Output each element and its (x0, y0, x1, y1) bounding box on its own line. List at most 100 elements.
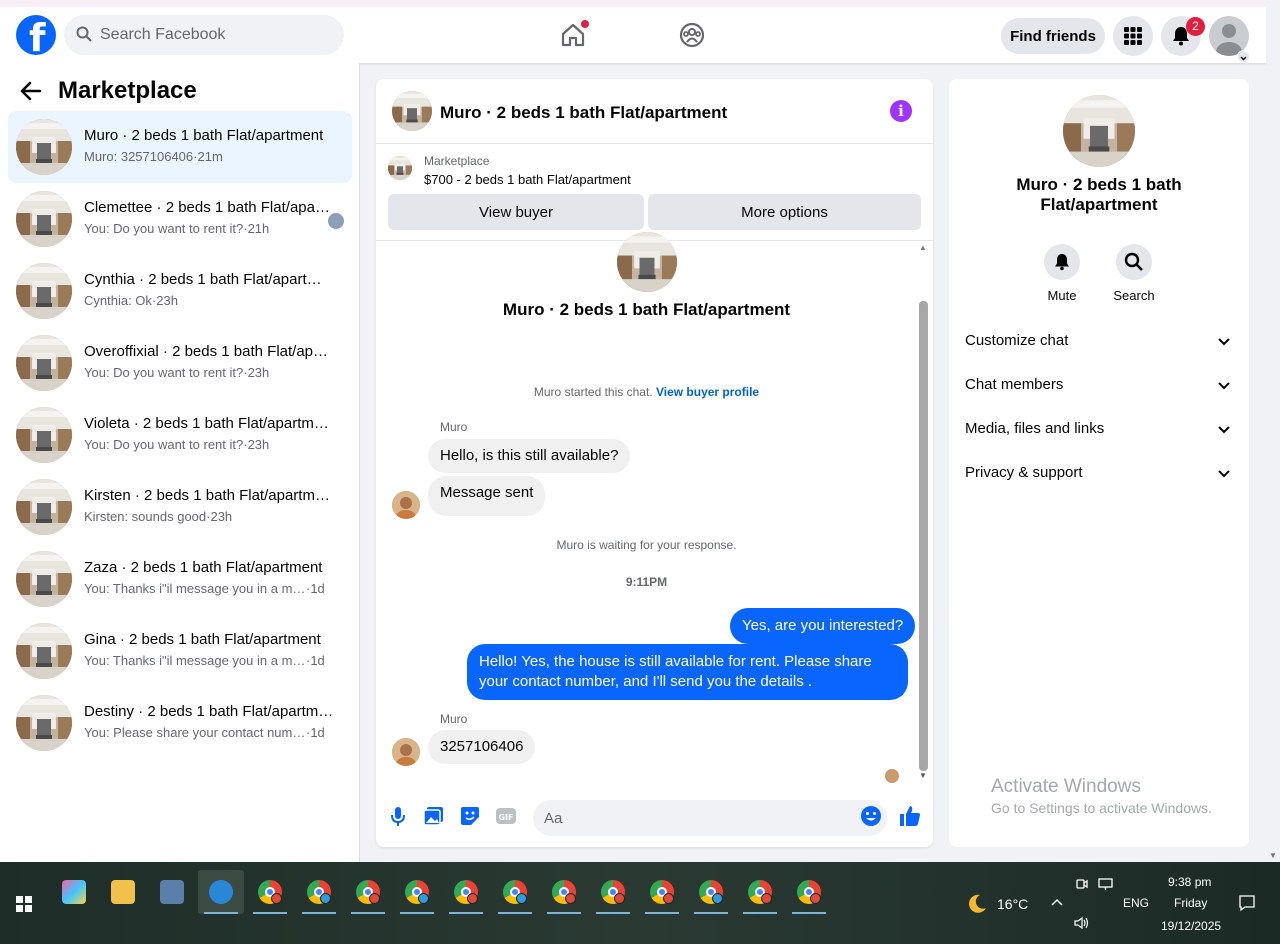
account-chevron-icon[interactable] (1237, 50, 1250, 63)
clock-date[interactable]: 19/12/2025 (1161, 919, 1221, 933)
chrome-icon (748, 880, 772, 904)
message-input[interactable] (533, 800, 887, 836)
taskbar-app[interactable] (247, 870, 293, 914)
search-box[interactable] (64, 15, 344, 55)
outgoing-message[interactable]: Hello! Yes, the house is still available… (467, 644, 908, 700)
conversation-preview: You: Thanks i"il message you in a moment… (84, 653, 344, 668)
marketplace-label: Marketplace (424, 154, 490, 168)
facebook-logo[interactable] (16, 15, 56, 59)
preview-snippet: You: Thanks i"il message you in a moment (84, 581, 306, 596)
menu-button[interactable] (1113, 16, 1153, 56)
taskbar-app[interactable] (51, 870, 97, 914)
incoming-message[interactable]: Message sent (428, 476, 546, 516)
taskbar-app[interactable] (345, 870, 391, 914)
find-friends-button[interactable]: Find friends (1001, 18, 1105, 54)
thread-scrollbar[interactable]: ▲ ▼ (917, 241, 931, 786)
gif-icon[interactable]: GIF (494, 804, 518, 828)
conversation-item[interactable]: Cynthia · 2 beds 1 bath Flat/apartment Cy… (8, 255, 352, 327)
more-options-button[interactable]: More options (648, 194, 921, 230)
windows-start-icon[interactable] (16, 896, 32, 912)
language-indicator[interactable]: ENG (1123, 896, 1149, 910)
taskbar-app[interactable] (492, 870, 538, 914)
copilot-icon (62, 880, 86, 904)
conversation-item[interactable]: Overoffixial · 2 beds 1 bath Flat/apartm… (8, 327, 352, 399)
sender-avatar[interactable] (392, 738, 420, 766)
taskbar-app[interactable] (198, 870, 244, 914)
listing-price-title[interactable]: $700 - 2 beds 1 bath Flat/apartment (424, 172, 631, 187)
groups-icon[interactable] (678, 21, 706, 49)
mute-action[interactable]: Mute (1032, 244, 1092, 303)
conversation-list-panel: Marketplace Muro · 2 beds 1 bath Flat/ap… (0, 63, 360, 862)
conversation-item[interactable]: Zaza · 2 beds 1 bath Flat/apartment You: … (8, 543, 352, 615)
taskbar-app[interactable] (786, 870, 832, 914)
sender-avatar[interactable] (392, 491, 420, 519)
speaker-icon[interactable] (1074, 916, 1090, 930)
row-label: Media, files and links (965, 420, 1105, 437)
taskbar-app[interactable] (639, 870, 685, 914)
conversation-item[interactable]: Clemettee · 2 beds 1 bath Flat/apartment… (8, 183, 352, 255)
conversation-item[interactable]: Violeta · 2 beds 1 bath Flat/apartment Yo… (8, 399, 352, 471)
taskbar-app[interactable] (394, 870, 440, 914)
network-icon[interactable] (1098, 877, 1114, 891)
meet-icon[interactable] (1075, 877, 1089, 891)
conversation-item[interactable]: Destiny · 2 beds 1 bath Flat/apartment Yo… (8, 687, 352, 759)
info-icon[interactable]: i (890, 100, 912, 122)
watermark-subtitle: Go to Settings to activate Windows. (991, 800, 1212, 816)
taskbar-app[interactable] (541, 870, 587, 914)
listing-thumbnail (16, 479, 72, 535)
search-action[interactable]: Search (1104, 244, 1164, 303)
chat-title[interactable]: Muro · 2 beds 1 bath Flat/apartment (440, 103, 727, 123)
chrome-icon (356, 880, 380, 904)
row-label: Privacy & support (965, 464, 1083, 481)
chevron-up-icon[interactable] (1050, 897, 1064, 907)
taskbar-app[interactable] (100, 870, 146, 914)
taskbar-app[interactable] (590, 870, 636, 914)
customize-chat-row[interactable]: Customize chat (965, 332, 1233, 356)
emoji-icon[interactable] (859, 804, 883, 828)
taskbar-app[interactable] (149, 870, 195, 914)
clock-day[interactable]: Friday (1174, 896, 1207, 910)
chevron-down-icon (1218, 382, 1230, 390)
media-files-links-row[interactable]: Media, files and links (965, 420, 1233, 444)
taskbar-app[interactable] (688, 870, 734, 914)
conversation-title: Kirsten · 2 beds 1 bath Flat/apartment (84, 487, 334, 504)
svg-text:GIF: GIF (498, 813, 513, 822)
chat-members-row[interactable]: Chat members (965, 376, 1233, 400)
search-input[interactable] (100, 15, 330, 55)
back-arrow-icon[interactable] (20, 81, 42, 101)
conversation-item[interactable]: Gina · 2 beds 1 bath Flat/apartment You: … (8, 615, 352, 687)
taskbar-app[interactable] (296, 870, 342, 914)
listing-small-thumbnail (388, 156, 412, 180)
moon-weather-icon[interactable] (966, 893, 988, 915)
privacy-support-row[interactable]: Privacy & support (965, 464, 1233, 488)
listing-thumbnail[interactable] (392, 91, 432, 131)
preview-snippet: You: Thanks i"il message you in a moment (84, 653, 306, 668)
conversation-item[interactable]: Muro · 2 beds 1 bath Flat/apartment Muro:… (8, 111, 352, 183)
incoming-message[interactable]: 3257106406 (428, 730, 536, 764)
chat-started-notice: Muro started this chat. View buyer profi… (376, 385, 917, 399)
outgoing-message[interactable]: Yes, are you interested? (730, 608, 916, 644)
grid-menu-icon (1124, 27, 1142, 45)
listing-thumbnail-details[interactable] (1063, 95, 1135, 167)
thumbs-up-icon[interactable] (898, 804, 922, 828)
view-buyer-button[interactable]: View buyer (388, 194, 644, 230)
taskbar-app[interactable] (443, 870, 489, 914)
sticker-icon[interactable] (458, 804, 482, 828)
page-scrollbar[interactable]: ▼ (1266, 0, 1280, 862)
mute-label: Mute (1047, 288, 1077, 303)
photo-icon[interactable] (422, 804, 446, 828)
temperature[interactable]: 16°C (997, 896, 1028, 912)
incoming-message[interactable]: Hello, is this still available? (428, 439, 631, 473)
app-icon (209, 880, 233, 904)
chrome-icon (601, 880, 625, 904)
message-thread[interactable]: Muro · 2 beds 1 bath Flat/apartment Muro… (376, 232, 933, 786)
listing-thumbnail (16, 623, 72, 679)
view-buyer-profile-link[interactable]: View buyer profile (656, 385, 759, 399)
microphone-icon[interactable] (386, 804, 410, 828)
conversation-preview: You: Do you want to rent it? ·23h (84, 437, 344, 452)
conversation-item[interactable]: Kirsten · 2 beds 1 bath Flat/apartment Ki… (8, 471, 352, 543)
action-center-icon[interactable] (1238, 894, 1256, 912)
activate-windows-watermark: Activate Windows Go to Settings to activ… (991, 776, 1212, 816)
clock-time[interactable]: 9:38 pm (1168, 875, 1211, 889)
taskbar-app[interactable] (737, 870, 783, 914)
